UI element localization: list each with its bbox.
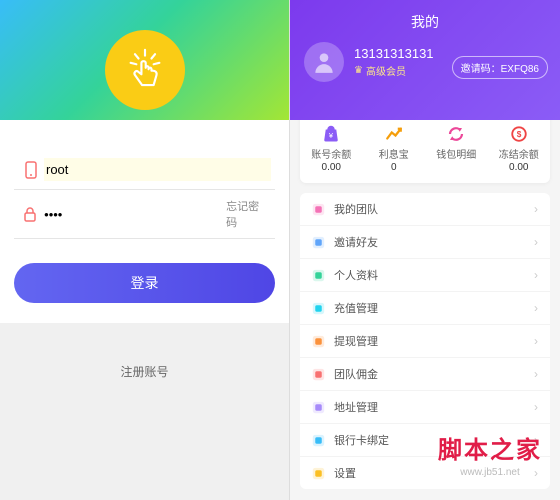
avatar[interactable] bbox=[304, 42, 344, 82]
forgot-password-link[interactable]: 忘记密码 bbox=[222, 198, 271, 230]
menu-item-0[interactable]: 我的团队 › bbox=[300, 193, 550, 226]
user-icon bbox=[311, 49, 337, 75]
member-badge: ♛ 高级会员 bbox=[354, 63, 434, 78]
invite-code-pill[interactable]: 邀请码：EXFQ86 bbox=[452, 56, 548, 79]
menu-icon bbox=[312, 236, 334, 249]
login-panel: 忘记密码 登录 注册账号 bbox=[0, 0, 290, 500]
menu-icon bbox=[312, 368, 334, 381]
stat-value: 0 bbox=[365, 162, 424, 173]
user-id: 13131313131 bbox=[354, 46, 434, 61]
menu-icon bbox=[312, 434, 334, 447]
chevron-right-icon: › bbox=[534, 202, 538, 216]
menu-item-8[interactable]: 设置 › bbox=[300, 457, 550, 489]
menu-label: 个人资料 bbox=[334, 267, 534, 283]
stats-card: ¥ 账号余额 0.00 利息宝 0 钱包明细 $ 冻结余额 0.00 bbox=[300, 114, 550, 183]
stat-label: 冻结余额 bbox=[490, 146, 549, 161]
stat-value: 0.00 bbox=[302, 162, 361, 173]
login-form: 忘记密码 登录 bbox=[0, 120, 289, 323]
menu-icon bbox=[312, 335, 334, 348]
menu-item-2[interactable]: 个人资料 › bbox=[300, 259, 550, 292]
menu-list: 我的团队 › 邀请好友 › 个人资料 › 充值管理 › 提现管理 › 团队佣金 … bbox=[300, 193, 550, 489]
phone-icon bbox=[18, 161, 44, 179]
chevron-right-icon: › bbox=[534, 235, 538, 249]
stat-1[interactable]: 利息宝 0 bbox=[363, 114, 426, 183]
profile-panel: 我的 13131313131 ♛ 高级会员 邀请码：EXFQ86 ¥ 账号余额 … bbox=[290, 0, 560, 500]
login-header bbox=[0, 0, 289, 120]
bag-icon: ¥ bbox=[302, 124, 361, 144]
stat-label: 钱包明细 bbox=[427, 146, 486, 161]
chart-icon bbox=[365, 124, 424, 144]
menu-label: 提现管理 bbox=[334, 333, 534, 349]
menu-label: 地址管理 bbox=[334, 399, 534, 415]
register-link[interactable]: 注册账号 bbox=[0, 323, 289, 420]
chevron-right-icon: › bbox=[534, 301, 538, 315]
tap-hand-icon bbox=[122, 47, 168, 93]
svg-text:$: $ bbox=[516, 130, 521, 139]
chevron-right-icon: › bbox=[534, 466, 538, 480]
coin-icon: $ bbox=[490, 124, 549, 144]
lock-icon bbox=[18, 206, 42, 222]
menu-label: 我的团队 bbox=[334, 201, 534, 217]
stat-3[interactable]: $ 冻结余额 0.00 bbox=[488, 114, 551, 183]
menu-item-6[interactable]: 地址管理 › bbox=[300, 391, 550, 424]
menu-icon bbox=[312, 203, 334, 216]
menu-label: 设置 bbox=[334, 465, 534, 481]
menu-icon bbox=[312, 269, 334, 282]
app-logo bbox=[105, 30, 185, 110]
crown-icon: ♛ bbox=[354, 65, 363, 76]
swap-icon bbox=[427, 124, 486, 144]
stat-label: 账号余额 bbox=[302, 146, 361, 161]
username-row bbox=[14, 150, 275, 190]
stat-2[interactable]: 钱包明细 bbox=[425, 114, 488, 183]
menu-label: 团队佣金 bbox=[334, 366, 534, 382]
chevron-right-icon: › bbox=[534, 367, 538, 381]
menu-item-4[interactable]: 提现管理 › bbox=[300, 325, 550, 358]
chevron-right-icon: › bbox=[534, 433, 538, 447]
menu-label: 银行卡绑定 bbox=[334, 432, 534, 448]
login-button[interactable]: 登录 bbox=[14, 263, 275, 303]
menu-icon bbox=[312, 401, 334, 414]
password-row: 忘记密码 bbox=[14, 190, 275, 239]
menu-icon bbox=[312, 302, 334, 315]
stat-label: 利息宝 bbox=[365, 146, 424, 161]
stat-0[interactable]: ¥ 账号余额 0.00 bbox=[300, 114, 363, 183]
page-title: 我的 bbox=[304, 12, 546, 32]
menu-item-3[interactable]: 充值管理 › bbox=[300, 292, 550, 325]
username-input[interactable] bbox=[44, 158, 271, 181]
profile-header: 我的 13131313131 ♛ 高级会员 邀请码：EXFQ86 bbox=[290, 0, 560, 120]
menu-label: 邀请好友 bbox=[334, 234, 534, 250]
menu-item-5[interactable]: 团队佣金 › bbox=[300, 358, 550, 391]
chevron-right-icon: › bbox=[534, 268, 538, 282]
chevron-right-icon: › bbox=[534, 400, 538, 414]
password-input[interactable] bbox=[42, 203, 222, 226]
chevron-right-icon: › bbox=[534, 334, 538, 348]
menu-icon bbox=[312, 467, 334, 480]
menu-label: 充值管理 bbox=[334, 300, 534, 316]
menu-item-1[interactable]: 邀请好友 › bbox=[300, 226, 550, 259]
menu-item-7[interactable]: 银行卡绑定 › bbox=[300, 424, 550, 457]
stat-value: 0.00 bbox=[490, 162, 549, 173]
